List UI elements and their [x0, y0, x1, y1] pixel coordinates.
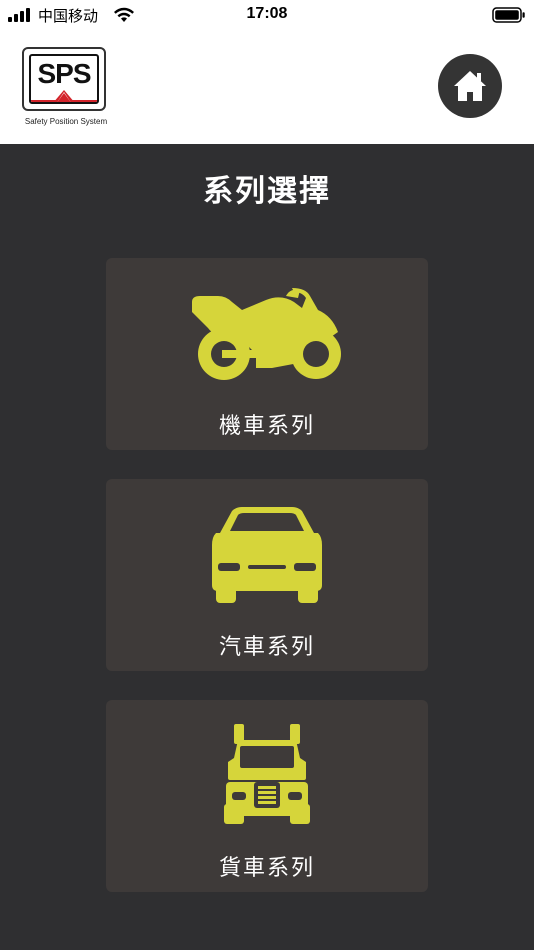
truck-series-label: 貨車系列: [218, 856, 315, 881]
battery-icon: [492, 7, 525, 23]
truck-series-card[interactable]: 貨車系列: [106, 700, 428, 892]
sps-logo: SPS Safety Position System: [20, 47, 110, 129]
logo-red-chevron: [31, 90, 97, 102]
status-bar: 中国移动 17:08: [0, 0, 534, 30]
motorcycle-icon: [192, 288, 341, 380]
logo-inner: SPS: [29, 54, 99, 104]
home-button[interactable]: [438, 54, 502, 118]
motorcycle-series-card[interactable]: 機車系列: [106, 258, 428, 450]
car-series-label: 汽車系列: [218, 635, 315, 660]
truck-icon: [224, 724, 310, 824]
app-header: SPS Safety Position System: [0, 30, 534, 144]
car-series-card[interactable]: 汽車系列: [106, 479, 428, 671]
clock-time: 17:08: [246, 5, 288, 22]
logo-frame: SPS: [22, 47, 106, 111]
logo-caption: Safety Position System: [24, 117, 108, 126]
home-icon: [454, 71, 486, 101]
logo-text: SPS: [37, 58, 91, 89]
page-title: 系列選擇: [203, 174, 331, 209]
car-icon: [212, 507, 322, 603]
motorcycle-series-label: 機車系列: [218, 414, 315, 439]
